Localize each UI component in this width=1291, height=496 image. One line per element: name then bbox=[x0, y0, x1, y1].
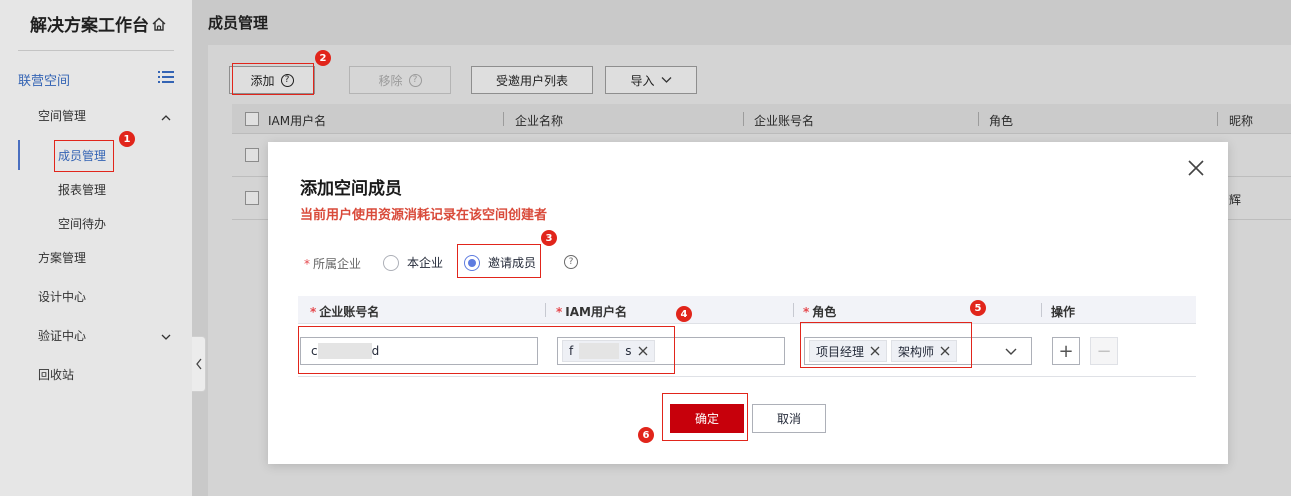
add-member-dialog: 添加空间成员 当前用户使用资源消耗记录在该空间创建者 * 所属企业 本企业 邀请成… bbox=[268, 142, 1228, 464]
role-select[interactable]: 项目经理 架构师 bbox=[804, 337, 1032, 365]
sidebar-item-space-mgmt[interactable]: 空间管理 bbox=[38, 107, 86, 124]
remove-button[interactable]: 移除 ? bbox=[349, 66, 451, 94]
dialog-title: 添加空间成员 bbox=[300, 179, 402, 199]
column-header-nickname: 昵称 bbox=[1229, 114, 1254, 128]
role-tag: 架构师 bbox=[891, 340, 958, 362]
remove-row-button[interactable]: − bbox=[1090, 337, 1118, 365]
confirm-button[interactable]: 确定 bbox=[670, 404, 744, 433]
enterprise-label-text: 所属企业 bbox=[313, 257, 362, 271]
invited-users-list-button[interactable]: 受邀用户列表 bbox=[471, 66, 593, 94]
add-row-button[interactable]: + bbox=[1052, 337, 1080, 365]
column-header-account-text: 企业账号名 bbox=[319, 305, 380, 319]
row-checkbox[interactable] bbox=[245, 148, 259, 162]
radio-circle-selected bbox=[464, 254, 480, 271]
column-divider bbox=[1217, 112, 1218, 126]
sidebar-divider bbox=[18, 50, 174, 51]
account-value-prefix: c bbox=[311, 344, 318, 358]
sidebar-collapse-handle[interactable] bbox=[192, 336, 206, 392]
annotation-badge: 2 bbox=[315, 50, 331, 66]
column-header-iam-text: IAM用户名 bbox=[565, 305, 627, 319]
column-header-ops: 操作 bbox=[1051, 305, 1076, 319]
cancel-button[interactable]: 取消 bbox=[752, 404, 826, 433]
sidebar-item-recycle-bin[interactable]: 回收站 bbox=[38, 366, 74, 383]
column-header-role-text: 角色 bbox=[812, 305, 837, 319]
annotation-badge: 1 bbox=[119, 131, 135, 147]
radio-circle bbox=[383, 254, 399, 271]
sidebar-item-design-center[interactable]: 设计中心 bbox=[38, 288, 86, 305]
row-nickname: 辉 bbox=[1229, 193, 1242, 207]
column-header-enterprise-account: 企业账号名 bbox=[754, 114, 815, 128]
chevron-down-icon[interactable] bbox=[160, 331, 172, 343]
annotation-badge: 5 bbox=[970, 300, 986, 316]
sidebar-item-solution-mgmt[interactable]: 方案管理 bbox=[38, 249, 86, 266]
chevron-down-icon bbox=[1005, 348, 1017, 355]
remove-button-label: 移除 bbox=[378, 73, 403, 88]
column-divider bbox=[503, 112, 504, 126]
add-button-label: 添加 bbox=[250, 73, 275, 88]
column-header-iam: * IAM用户名 bbox=[556, 305, 627, 319]
sidebar-item-report-mgmt[interactable]: 报表管理 bbox=[58, 181, 106, 198]
column-divider bbox=[1041, 303, 1042, 317]
home-icon[interactable] bbox=[151, 16, 167, 32]
member-input-table-header: * 企业账号名 * IAM用户名 * 角色 操作 bbox=[298, 296, 1196, 324]
redaction-mask bbox=[317, 343, 372, 359]
import-button[interactable]: 导入 bbox=[605, 66, 697, 94]
sidebar-item-member-mgmt[interactable]: 成员管理 bbox=[58, 147, 106, 164]
radio-own-label: 本企业 bbox=[407, 256, 444, 270]
role-tag: 项目经理 bbox=[809, 340, 888, 362]
annotation-badge: 6 bbox=[638, 427, 654, 443]
close-icon[interactable] bbox=[638, 346, 648, 356]
help-icon: ? bbox=[408, 73, 422, 87]
close-icon[interactable] bbox=[870, 346, 880, 356]
list-icon[interactable] bbox=[158, 70, 174, 84]
chevron-down-icon bbox=[661, 77, 671, 83]
help-icon: ? bbox=[280, 73, 294, 87]
column-divider bbox=[978, 112, 979, 126]
column-divider bbox=[793, 303, 794, 317]
sidebar-active-indicator bbox=[18, 140, 20, 170]
redaction-mask bbox=[579, 343, 620, 359]
iam-value-prefix: f bbox=[569, 344, 574, 358]
role-tag-label: 项目经理 bbox=[816, 344, 865, 359]
role-tag-label: 架构师 bbox=[898, 344, 935, 359]
sidebar-item-space-todo[interactable]: 空间待办 bbox=[58, 215, 106, 232]
annotation-badge: 4 bbox=[676, 306, 692, 322]
page-title: 成员管理 bbox=[208, 14, 269, 32]
close-icon[interactable] bbox=[940, 346, 950, 356]
column-header-role: 角色 bbox=[989, 114, 1014, 128]
select-all-checkbox[interactable] bbox=[245, 112, 259, 126]
enterprise-label: * 所属企业 bbox=[304, 257, 362, 271]
radio-invite-member[interactable]: 邀请成员 bbox=[464, 254, 536, 271]
dialog-warning: 当前用户使用资源消耗记录在该空间创建者 bbox=[300, 208, 548, 223]
account-value-suffix: d bbox=[371, 344, 380, 358]
help-icon[interactable]: ? bbox=[564, 255, 578, 269]
chevron-up-icon[interactable] bbox=[160, 112, 172, 124]
row-checkbox[interactable] bbox=[245, 191, 259, 205]
member-table-header: IAM用户名 企业名称 企业账号名 角色 昵称 bbox=[232, 104, 1291, 134]
enterprise-account-input[interactable]: cd bbox=[300, 337, 538, 365]
column-header-account: * 企业账号名 bbox=[310, 305, 380, 319]
column-divider bbox=[743, 112, 744, 126]
table-row-divider bbox=[298, 376, 1196, 377]
import-button-label: 导入 bbox=[630, 73, 655, 88]
radio-invite-label: 邀请成员 bbox=[488, 256, 537, 270]
iam-value-suffix: s bbox=[625, 344, 632, 358]
iam-user-tag: fs bbox=[562, 340, 655, 362]
add-button[interactable]: 添加 ? bbox=[229, 66, 315, 94]
column-header-role: * 角色 bbox=[803, 305, 837, 319]
sidebar-item-verify-center[interactable]: 验证中心 bbox=[38, 327, 86, 344]
annotation-badge: 3 bbox=[541, 230, 557, 246]
iam-user-input[interactable]: fs bbox=[557, 337, 785, 365]
sidebar-space-label[interactable]: 联营空间 bbox=[18, 70, 70, 89]
column-header-iam-user: IAM用户名 bbox=[268, 114, 327, 128]
chevron-left-icon bbox=[195, 358, 202, 370]
column-header-enterprise-name: 企业名称 bbox=[515, 114, 564, 128]
sidebar-title: 解决方案工作台 bbox=[30, 11, 167, 36]
close-icon[interactable] bbox=[1186, 158, 1206, 178]
sidebar: 解决方案工作台 联营空间 空间管理 成员管理 报表管理 空间待办 方案管理 设计… bbox=[0, 0, 192, 496]
sidebar-title-text: 解决方案工作台 bbox=[30, 16, 149, 36]
column-divider bbox=[545, 303, 546, 317]
radio-own-enterprise[interactable]: 本企业 bbox=[383, 254, 443, 271]
invited-users-list-label: 受邀用户列表 bbox=[495, 73, 568, 88]
